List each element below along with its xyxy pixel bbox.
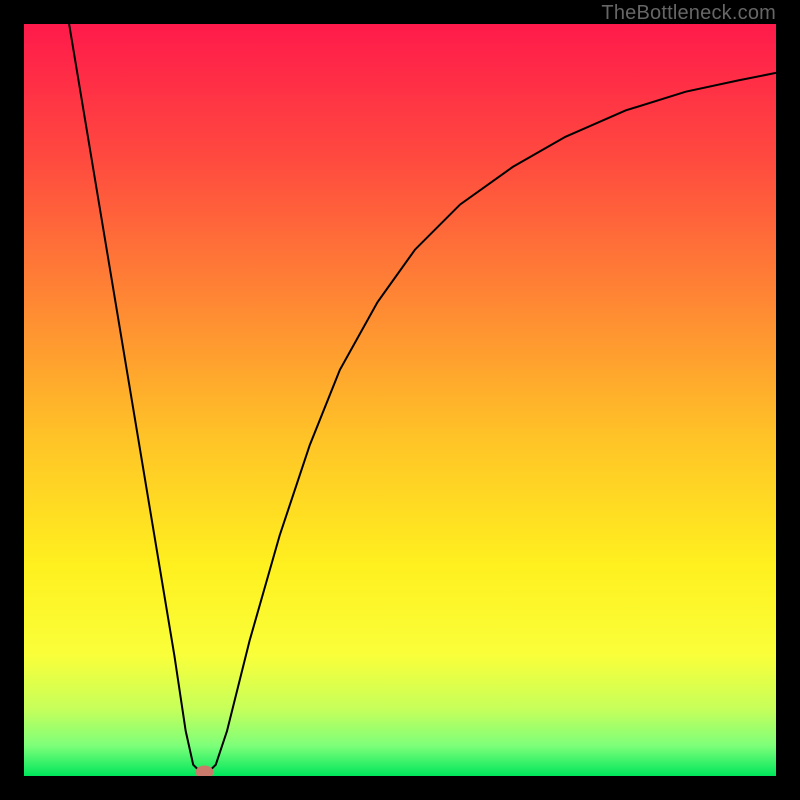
chart-background: [24, 24, 776, 776]
chart-svg: [24, 24, 776, 776]
chart-frame: [24, 24, 776, 776]
watermark-text: TheBottleneck.com: [601, 2, 776, 25]
